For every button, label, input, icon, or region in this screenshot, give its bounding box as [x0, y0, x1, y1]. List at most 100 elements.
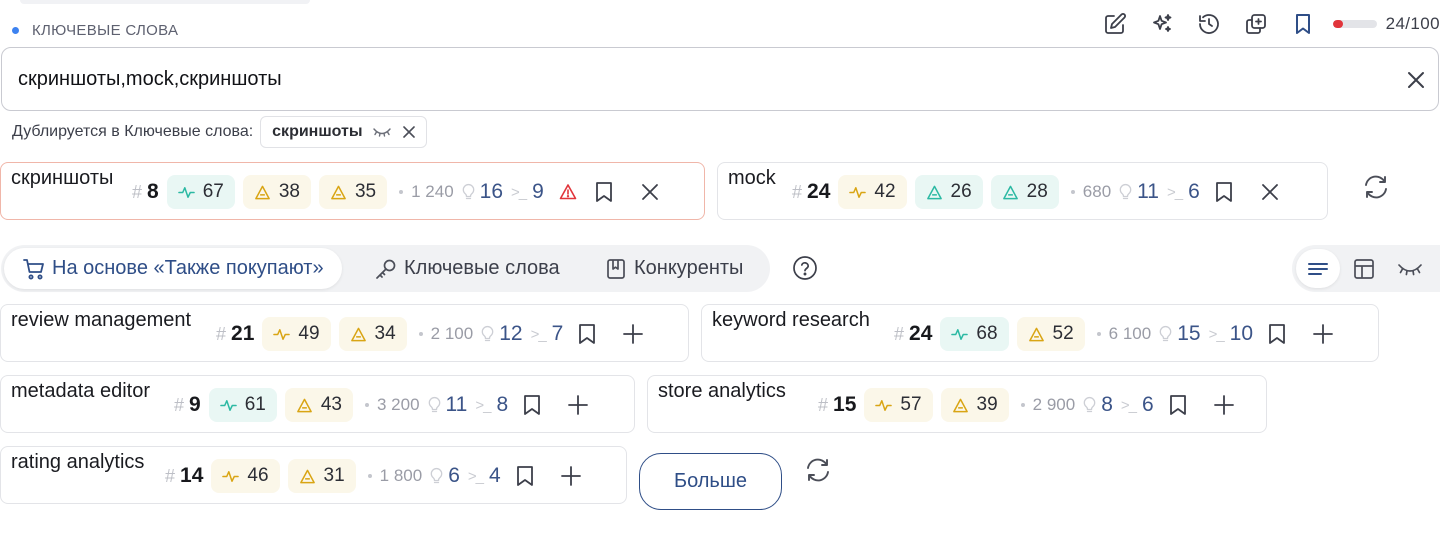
tab-label: На основе «Также покупают»	[52, 257, 324, 279]
ideas-count: 8	[1101, 393, 1113, 416]
trend-pill: 68	[940, 317, 1009, 351]
selected-keyword-card[interactable]: скриншоты #8 67 38 35 1 240 16 >_ 9	[0, 162, 705, 220]
pill-value: 28	[1026, 181, 1048, 202]
toolbar: 24/100	[1086, 8, 1440, 40]
bookmark-icon[interactable]	[1285, 8, 1321, 40]
ideas-count: 11	[1137, 180, 1159, 203]
suggested-keyword-card[interactable]: review management #21 49 34 2 100 12 >_ 7	[0, 304, 689, 362]
clear-input-icon[interactable]	[1404, 68, 1428, 92]
trend-pill: 57	[864, 388, 933, 422]
more-button[interactable]: Больше	[639, 453, 782, 510]
keywords-input-value[interactable]: скриншоты,mock,скриншоты	[18, 68, 282, 91]
pill-value: 57	[900, 394, 922, 415]
difficulty-pill: 52	[1016, 317, 1085, 351]
hash-icon: #	[894, 323, 905, 344]
remove-duplicate-icon[interactable]	[402, 126, 415, 138]
trend-icon	[273, 328, 291, 340]
add-icon[interactable]	[559, 464, 583, 488]
keyword-name: review management	[11, 309, 192, 331]
keyword-metrics: #21 49 34 2 100 12 >_ 7	[216, 317, 645, 351]
copy-icon[interactable]	[1238, 8, 1274, 40]
suggested-keyword-card[interactable]: store analytics #15 57 39 2 900 8 >_ 6	[647, 375, 1267, 433]
edit-icon[interactable]	[1097, 8, 1133, 40]
bookmark-icon[interactable]	[1166, 393, 1190, 417]
search-volume: 2 900	[1020, 395, 1075, 415]
search-volume: 3 200	[364, 395, 420, 415]
quota-indicator: 24/100	[1332, 14, 1440, 34]
prompt-count: 4	[489, 464, 501, 487]
difficulty-pill: 35	[318, 175, 388, 209]
tab-label: Конкуренты	[634, 257, 744, 279]
difficulty-icon	[952, 398, 968, 412]
help-icon[interactable]	[792, 255, 818, 281]
difficulty-icon	[254, 185, 270, 199]
volume-dot	[399, 190, 404, 194]
add-icon[interactable]	[1311, 322, 1335, 346]
difficulty-pill: 38	[242, 175, 311, 209]
ideas-count: 11	[445, 393, 468, 416]
bookmark-icon[interactable]	[575, 322, 599, 346]
keyword-rank: 15	[833, 393, 857, 416]
section-title: КЛЮЧЕВЫЕ СЛОВА	[32, 21, 179, 39]
tab-keywords[interactable]: Ключевые слова	[362, 248, 572, 289]
hide-icon[interactable]	[372, 127, 391, 137]
trend-pill: 49	[262, 317, 331, 351]
keyword-name: metadata editor	[11, 380, 150, 402]
volume-value: 6 100	[1108, 324, 1152, 343]
terminal-icon: >_	[475, 396, 491, 414]
suggested-keyword-card[interactable]: metadata editor #9 61 43 3 200 11 >_ 8	[0, 375, 635, 433]
add-icon[interactable]	[1212, 393, 1236, 417]
pill-value: 52	[1052, 323, 1074, 344]
history-icon[interactable]	[1191, 8, 1227, 40]
add-icon[interactable]	[566, 393, 590, 417]
tab-also-bought[interactable]: На основе «Также покупают»	[4, 248, 342, 289]
bookmark-icon[interactable]	[513, 464, 537, 488]
terminal-icon: >_	[467, 467, 484, 485]
ideas-count: 15	[1177, 322, 1201, 345]
bulb-icon	[1154, 325, 1177, 343]
warning-icon	[556, 180, 580, 204]
table-view-icon[interactable]	[1342, 249, 1386, 288]
view-switcher	[1292, 245, 1440, 292]
selected-keyword-card[interactable]: mock #24 42 26 28 680 11 >_ 6	[717, 162, 1328, 220]
bulb-icon	[457, 183, 480, 201]
remove-icon[interactable]	[1258, 180, 1282, 204]
difficulty-pill: 28	[990, 175, 1059, 209]
terminal-icon: >_	[1120, 396, 1137, 414]
bookmark-icon[interactable]	[592, 180, 616, 204]
volume-value: 1 800	[379, 466, 423, 485]
add-icon[interactable]	[621, 322, 645, 346]
bookmark-icon[interactable]	[1265, 322, 1289, 346]
volume-dot	[418, 332, 423, 336]
bookmark-icon[interactable]	[1212, 180, 1236, 204]
list-view-icon[interactable]	[1296, 249, 1340, 288]
trend-pill: 46	[211, 459, 280, 493]
status-dot	[12, 26, 19, 34]
ideas-count: 12	[499, 322, 523, 345]
hash-icon: #	[792, 181, 803, 202]
keyword-metrics: #8 67 38 35 1 240 16 >_ 9	[132, 175, 662, 209]
suggested-keyword-card[interactable]: rating analytics #14 46 31 1 800 6 >_ 4	[0, 446, 627, 504]
remove-icon[interactable]	[638, 180, 662, 204]
prompt-count: 8	[496, 393, 509, 416]
bookmark-icon[interactable]	[520, 393, 544, 417]
sparkles-icon[interactable]	[1144, 8, 1180, 40]
terminal-icon: >_	[1208, 325, 1225, 343]
keyword-metrics: #24 68 52 6 100 15 >_ 10	[894, 317, 1335, 351]
tab-label: Ключевые слова	[404, 257, 560, 279]
hash-icon: #	[174, 394, 185, 415]
difficulty-pill: 31	[287, 459, 356, 493]
keyword-rank: 14	[180, 464, 204, 487]
search-volume: 1 800	[367, 466, 423, 486]
trend-icon	[951, 328, 969, 340]
suggested-keyword-card[interactable]: keyword research #24 68 52 6 100 15 >_ 10	[701, 304, 1379, 362]
volume-dot	[364, 403, 369, 407]
trend-pill: 67	[166, 175, 235, 209]
keywords-input[interactable]: скриншоты,mock,скриншоты	[1, 47, 1439, 111]
trend-pill: 61	[208, 388, 277, 422]
refresh-icon[interactable]	[1362, 173, 1390, 201]
tab-competitors[interactable]: Конкуренты	[592, 248, 755, 289]
duplicate-label: Дублируется в Ключевые слова:	[12, 123, 254, 140]
refresh-suggestions-icon[interactable]	[804, 456, 832, 484]
hidden-view-icon[interactable]	[1388, 249, 1432, 288]
